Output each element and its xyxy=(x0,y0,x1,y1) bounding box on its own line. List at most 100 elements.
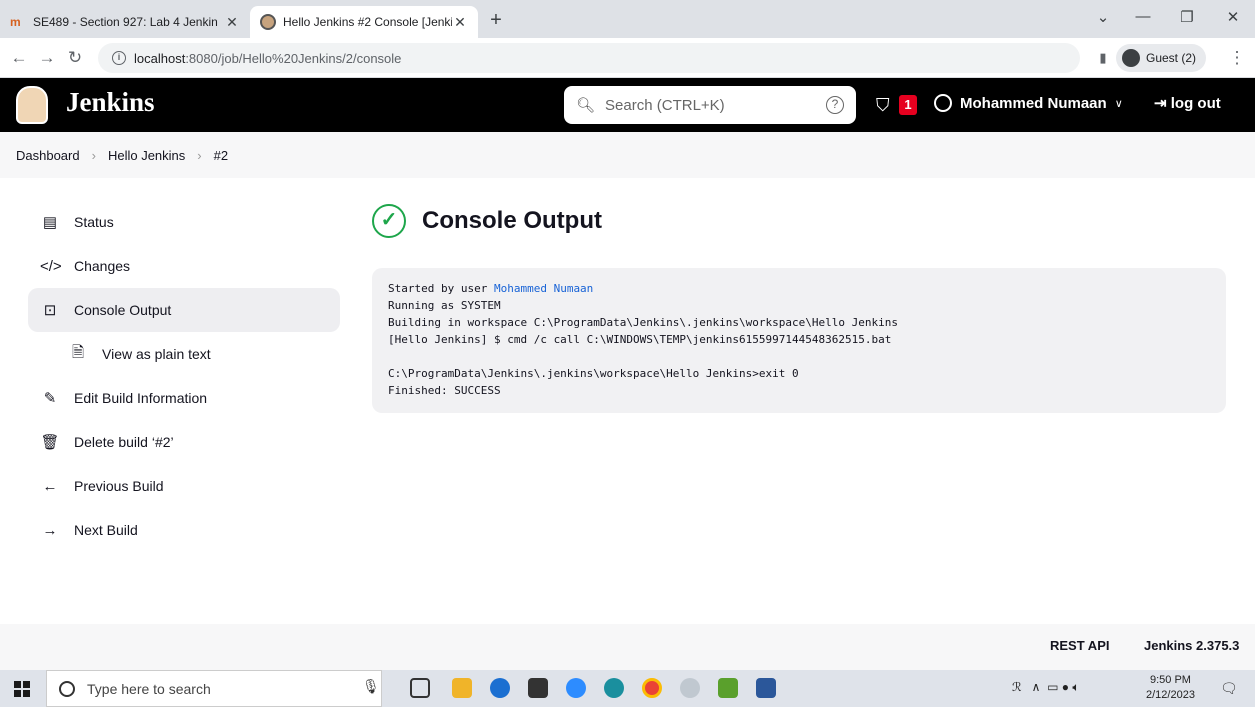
people-icon: ℛ xyxy=(1012,680,1022,694)
breadcrumb: Dashboard › Hello Jenkins › #2 xyxy=(0,132,1255,178)
started-by-user-link[interactable]: Mohammed Numaan xyxy=(494,282,593,295)
search-input[interactable]: Search (CTRL+K) xyxy=(605,97,826,114)
network-icon: ● xyxy=(1061,680,1069,694)
breadcrumb-dashboard[interactable]: Dashboard xyxy=(16,148,80,163)
url-path: :8080/job/Hello%20Jenkins/2/console xyxy=(185,50,402,66)
sidebar-item-previous-build[interactable]: ← Previous Build xyxy=(28,464,340,508)
sidebar-item-status[interactable]: ▤ Status xyxy=(28,200,340,244)
jenkins-header: Jenkins 🔍︎ Search (CTRL+K) ? ⛉ 1 Mohamme… xyxy=(0,78,1255,132)
taskbar-search-input[interactable]: Type here to search xyxy=(87,681,211,697)
clock-date: 2/12/2023 xyxy=(1146,689,1195,701)
tab-title: Hello Jenkins #2 Console [Jenkins] xyxy=(283,15,452,29)
user-menu[interactable]: Mohammed Numaan ∨ xyxy=(934,94,1123,112)
logout-link[interactable]: ⇥ log out xyxy=(1154,94,1221,112)
more-menu-icon[interactable]: ⋮ xyxy=(1226,48,1248,68)
edit-icon: ✎ xyxy=(43,390,57,407)
document-icon: ▤ xyxy=(42,214,58,231)
close-tab-icon[interactable]: ✕ xyxy=(224,14,240,31)
close-window-icon[interactable]: ✕ xyxy=(1218,8,1248,26)
rest-api-link[interactable]: REST API xyxy=(1050,638,1109,653)
back-icon[interactable]: ← xyxy=(8,48,30,68)
jenkins-home-link[interactable]: Jenkins xyxy=(66,87,155,118)
jenkins-logo-icon[interactable] xyxy=(16,86,48,124)
side-panel-icon[interactable]: ▮ xyxy=(1092,48,1114,68)
moodle-favicon-icon: m xyxy=(10,15,21,29)
system-tray[interactable]: ℛ ∧ ▭ ● 🔈︎ xyxy=(1012,680,1080,695)
battery-icon: ▭ xyxy=(1047,680,1059,694)
sidebar-item-changes[interactable]: </> Changes xyxy=(28,244,340,288)
jenkins-version-link[interactable]: Jenkins 2.375.3 xyxy=(1144,638,1239,653)
breadcrumb-hello-jenkins[interactable]: Hello Jenkins xyxy=(108,148,185,163)
chrome-icon[interactable] xyxy=(642,678,662,698)
console-line: [Hello Jenkins] $ cmd /c call C:\WINDOWS… xyxy=(388,333,892,346)
sidebar: ▤ Status </> Changes ⊡ Console Output 🗎 … xyxy=(28,200,340,552)
close-tab-icon[interactable]: ✕ xyxy=(452,14,468,31)
sidebar-item-delete-build[interactable]: 🗑︎ Delete build ‘#2’ xyxy=(28,420,340,464)
console-started-prefix: Started by user xyxy=(388,282,494,295)
notification-icon[interactable]: 🗨︎ xyxy=(1220,680,1238,697)
security-shield-icon[interactable]: ⛉ xyxy=(876,95,890,116)
microphone-icon[interactable]: 🎙︎ xyxy=(362,678,382,698)
trash-icon: 🗑︎ xyxy=(40,434,60,451)
sidebar-item-edit-build-information[interactable]: ✎ Edit Build Information xyxy=(28,376,340,420)
main-content: ✓ Console Output Started by user Mohamme… xyxy=(372,204,1226,413)
snipping-tool-icon[interactable] xyxy=(680,678,700,698)
chrome-profile-icon[interactable] xyxy=(604,678,624,698)
tab-title: SE489 - Section 927: Lab 4 Jenkin xyxy=(33,15,218,29)
breadcrumb-build-2[interactable]: #2 xyxy=(214,148,228,163)
code-icon: </> xyxy=(40,257,62,275)
restore-icon[interactable]: ❐ xyxy=(1172,8,1202,26)
sidebar-item-label: Previous Build xyxy=(74,478,164,494)
task-view-icon[interactable] xyxy=(410,678,430,698)
console-line: Finished: SUCCESS xyxy=(388,384,501,397)
profile-button[interactable]: Guest (2) xyxy=(1116,44,1207,72)
chevron-down-icon[interactable]: ∨ xyxy=(1115,97,1123,110)
search-icon: 🔍︎ xyxy=(576,97,596,114)
store-icon[interactable] xyxy=(528,678,548,698)
file-text-icon: 🗎 xyxy=(71,343,85,361)
sidebar-item-label: Console Output xyxy=(74,302,172,318)
alert-count-badge[interactable]: 1 xyxy=(899,95,917,115)
sidebar-item-label: Edit Build Information xyxy=(74,390,208,406)
image-viewer-icon[interactable] xyxy=(718,678,738,698)
site-info-icon[interactable]: i xyxy=(112,51,126,65)
url-host: localhost xyxy=(134,50,186,66)
tab-search-chevron-icon[interactable]: ⌄ xyxy=(1088,8,1118,26)
sidebar-item-next-build[interactable]: → Next Build xyxy=(28,508,340,552)
page-footer: REST API Jenkins 2.375.3 xyxy=(0,624,1255,670)
minimize-icon[interactable]: — xyxy=(1128,8,1158,25)
new-tab-button[interactable]: + xyxy=(484,9,508,32)
search-box[interactable]: 🔍︎ Search (CTRL+K) ? xyxy=(564,86,856,124)
profile-label: Guest (2) xyxy=(1146,51,1197,65)
sidebar-item-label: Changes xyxy=(74,258,131,274)
sidebar-item-console-output[interactable]: ⊡ Console Output xyxy=(28,288,340,332)
console-output: Started by user Mohammed Numaan Running … xyxy=(372,268,1226,413)
sidebar-item-label: Status xyxy=(74,214,114,230)
console-line: Running as SYSTEM xyxy=(388,299,501,312)
avatar-icon xyxy=(1122,49,1140,67)
zoom-app-icon[interactable] xyxy=(566,678,586,698)
browser-tab-se489[interactable]: m SE489 - Section 927: Lab 4 Jenkin ✕ xyxy=(0,6,250,38)
forward-icon[interactable]: → xyxy=(36,48,58,68)
edge-browser-icon[interactable] xyxy=(490,678,510,698)
word-icon[interactable] xyxy=(756,678,776,698)
sidebar-item-label: Next Build xyxy=(74,522,138,538)
arrow-right-icon: → xyxy=(42,521,58,539)
help-icon[interactable]: ? xyxy=(826,96,844,114)
address-bar-row: ← → ↻ i localhost:8080/job/Hello%20Jenki… xyxy=(0,38,1255,78)
browser-tab-strip: m SE489 - Section 927: Lab 4 Jenkin ✕ He… xyxy=(0,0,1255,38)
browser-tab-jenkins-console[interactable]: Hello Jenkins #2 Console [Jenkins] ✕ xyxy=(250,6,478,38)
cortana-icon xyxy=(59,680,75,697)
taskbar-clock[interactable]: 9:50 PM 2/12/2023 xyxy=(1146,673,1195,703)
logout-label: log out xyxy=(1170,95,1221,112)
console-line: Building in workspace C:\ProgramData\Jen… xyxy=(388,316,898,329)
windows-start-icon[interactable] xyxy=(14,681,30,697)
sidebar-item-view-plain-text[interactable]: 🗎 View as plain text xyxy=(28,332,340,376)
user-name: Mohammed Numaan xyxy=(960,94,1107,112)
breadcrumb-separator-icon: › xyxy=(91,147,96,163)
taskbar-search-box[interactable]: Type here to search xyxy=(46,670,382,707)
file-explorer-icon[interactable] xyxy=(452,678,472,698)
windows-taskbar: Type here to search 🎙︎ ℛ ∧ ▭ ● 🔈︎ 9:50 P… xyxy=(0,670,1255,707)
reload-icon[interactable]: ↻ xyxy=(64,48,86,68)
url-field[interactable]: i localhost:8080/job/Hello%20Jenkins/2/c… xyxy=(98,43,1080,73)
